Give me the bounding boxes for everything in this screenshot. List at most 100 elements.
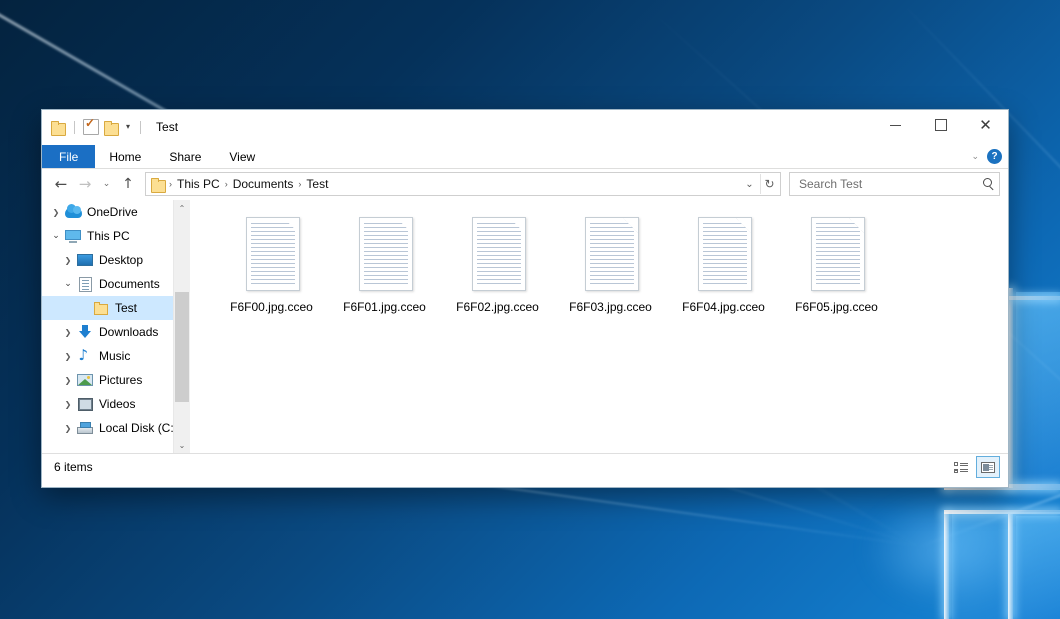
list-item[interactable]: F6F02.jpg.cceo — [441, 212, 554, 314]
wallpaper-pane-stroke — [1008, 514, 1013, 619]
breadcrumb-item-documents[interactable]: Documents — [229, 177, 298, 191]
sidebar-item-documents[interactable]: ⌄ Documents — [42, 272, 190, 296]
sidebar-item-label: This PC — [87, 229, 130, 243]
sidebar-item-desktop[interactable]: ❯ Desktop — [42, 248, 190, 272]
properties-checkbox-icon[interactable] — [83, 119, 99, 135]
chevron-down-icon[interactable]: ▾ — [124, 123, 132, 131]
ribbon-right-controls: ⌄ ? — [971, 145, 1002, 168]
file-name: F6F01.jpg.cceo — [343, 300, 426, 314]
status-bar: 6 items — [42, 453, 1008, 480]
generic-document-icon — [354, 214, 416, 294]
new-folder-icon[interactable] — [104, 121, 119, 134]
sidebar-item-label: Test — [115, 301, 137, 315]
chevron-down-icon[interactable]: ⌄ — [741, 174, 758, 194]
file-list-pane[interactable]: F6F00.jpg.cceo F6F01.jpg.cceo F6F02.jpg.… — [191, 200, 1008, 453]
large-icons-view-icon — [981, 462, 995, 473]
navigation-pane: ❯ OneDrive ⌄ This PC ❯ Desktop ⌄ Documen… — [42, 200, 191, 453]
chevron-right-icon[interactable]: ❯ — [60, 400, 76, 409]
folder-icon — [151, 178, 166, 191]
sidebar-item-local-disk-c[interactable]: ❯ Local Disk (C:) — [42, 416, 190, 440]
file-name: F6F02.jpg.cceo — [456, 300, 539, 314]
sidebar-item-label: Pictures — [99, 373, 142, 387]
list-item[interactable]: F6F05.jpg.cceo — [780, 212, 893, 314]
tab-view[interactable]: View — [215, 145, 269, 168]
chevron-right-icon[interactable]: ❯ — [60, 352, 76, 361]
list-item[interactable]: F6F04.jpg.cceo — [667, 212, 780, 314]
list-item[interactable]: F6F03.jpg.cceo — [554, 212, 667, 314]
documents-icon — [76, 276, 94, 292]
back-button[interactable]: ← — [50, 173, 72, 195]
scrollbar-thumb[interactable] — [175, 292, 189, 402]
tab-share[interactable]: Share — [155, 145, 215, 168]
videos-icon — [76, 396, 94, 412]
breadcrumb-item-this-pc[interactable]: This PC — [173, 177, 224, 191]
details-view-button[interactable] — [950, 457, 972, 477]
file-grid: F6F00.jpg.cceo F6F01.jpg.cceo F6F02.jpg.… — [191, 212, 1008, 314]
navigation-pane-scrollbar[interactable]: ⌃ ⌄ — [173, 200, 190, 453]
file-name: F6F03.jpg.cceo — [569, 300, 652, 314]
forward-button[interactable]: → — [74, 173, 96, 195]
generic-document-icon — [806, 214, 868, 294]
sidebar-item-pictures[interactable]: ❯ Pictures — [42, 368, 190, 392]
chevron-right-icon[interactable]: ❯ — [60, 328, 76, 337]
chevron-right-icon[interactable]: ❯ — [60, 256, 76, 265]
generic-document-icon — [467, 214, 529, 294]
music-icon: ♪ — [76, 348, 94, 364]
chevron-down-icon[interactable]: ⌄ — [48, 231, 64, 241]
tab-file[interactable]: File — [42, 145, 95, 168]
chevron-right-icon[interactable]: ❯ — [48, 208, 64, 217]
file-name: F6F00.jpg.cceo — [230, 300, 313, 314]
chevron-right-icon[interactable]: ❯ — [60, 424, 76, 433]
divider — [74, 121, 75, 134]
list-item[interactable]: F6F00.jpg.cceo — [215, 212, 328, 314]
help-button[interactable]: ? — [987, 149, 1002, 164]
file-name: F6F04.jpg.cceo — [682, 300, 765, 314]
sidebar-item-music[interactable]: ❯ ♪ Music — [42, 344, 190, 368]
sidebar-item-this-pc[interactable]: ⌄ This PC — [42, 224, 190, 248]
chevron-down-icon[interactable]: ⌄ — [60, 279, 76, 289]
large-icons-view-button[interactable] — [976, 456, 1000, 478]
wallpaper-pane-fill — [1016, 292, 1060, 488]
sidebar-item-test[interactable]: Test — [42, 296, 190, 320]
desktop-icon — [76, 252, 94, 268]
scroll-up-icon[interactable]: ⌃ — [174, 200, 190, 216]
recent-locations-button[interactable]: ⌄ — [98, 173, 115, 195]
chevron-right-icon[interactable]: ❯ — [60, 376, 76, 385]
sidebar-item-onedrive[interactable]: ❯ OneDrive — [42, 200, 190, 224]
wallpaper-pane-stroke — [944, 512, 949, 619]
generic-document-icon — [241, 214, 303, 294]
folder-icon[interactable] — [51, 121, 66, 134]
generic-document-icon — [693, 214, 755, 294]
tab-home[interactable]: Home — [95, 145, 155, 168]
ribbon-tabs: File Home Share View ⌄ ? — [42, 145, 1008, 169]
search-input[interactable] — [797, 176, 982, 192]
maximize-button[interactable] — [918, 110, 963, 140]
onedrive-icon — [64, 204, 82, 220]
sidebar-item-downloads[interactable]: ❯ Downloads — [42, 320, 190, 344]
disk-icon — [76, 420, 94, 436]
sidebar-item-videos[interactable]: ❯ Videos — [42, 392, 190, 416]
minimize-button[interactable] — [873, 110, 918, 140]
sidebar-item-label: Documents — [99, 277, 160, 291]
pictures-icon — [76, 372, 94, 388]
close-button[interactable]: ✕ — [963, 110, 1008, 140]
window-title: Test — [156, 120, 178, 134]
wallpaper-pane-stroke — [1008, 288, 1013, 488]
breadcrumb[interactable]: › This PC › Documents › Test ⌄ ↻ — [145, 172, 781, 196]
window-controls: ✕ — [873, 110, 1008, 140]
breadcrumb-item-test[interactable]: Test — [302, 177, 332, 191]
scroll-down-icon[interactable]: ⌄ — [174, 437, 190, 453]
explorer-body: ❯ OneDrive ⌄ This PC ❯ Desktop ⌄ Documen… — [42, 199, 1008, 453]
search-icon[interactable] — [982, 178, 995, 191]
view-buttons — [950, 456, 1000, 478]
list-item[interactable]: F6F01.jpg.cceo — [328, 212, 441, 314]
title-bar: ▾ Test ✕ — [42, 110, 1008, 145]
search-box[interactable] — [789, 172, 1000, 196]
up-button[interactable]: ↑ — [117, 173, 139, 195]
expand-ribbon-icon[interactable]: ⌄ — [971, 151, 979, 162]
quick-access-toolbar: ▾ Test — [42, 119, 178, 135]
details-view-icon — [954, 462, 968, 473]
breadcrumb-actions: ⌄ ↻ — [741, 174, 778, 194]
sidebar-item-label: Downloads — [99, 325, 158, 339]
refresh-icon[interactable]: ↻ — [760, 174, 778, 194]
